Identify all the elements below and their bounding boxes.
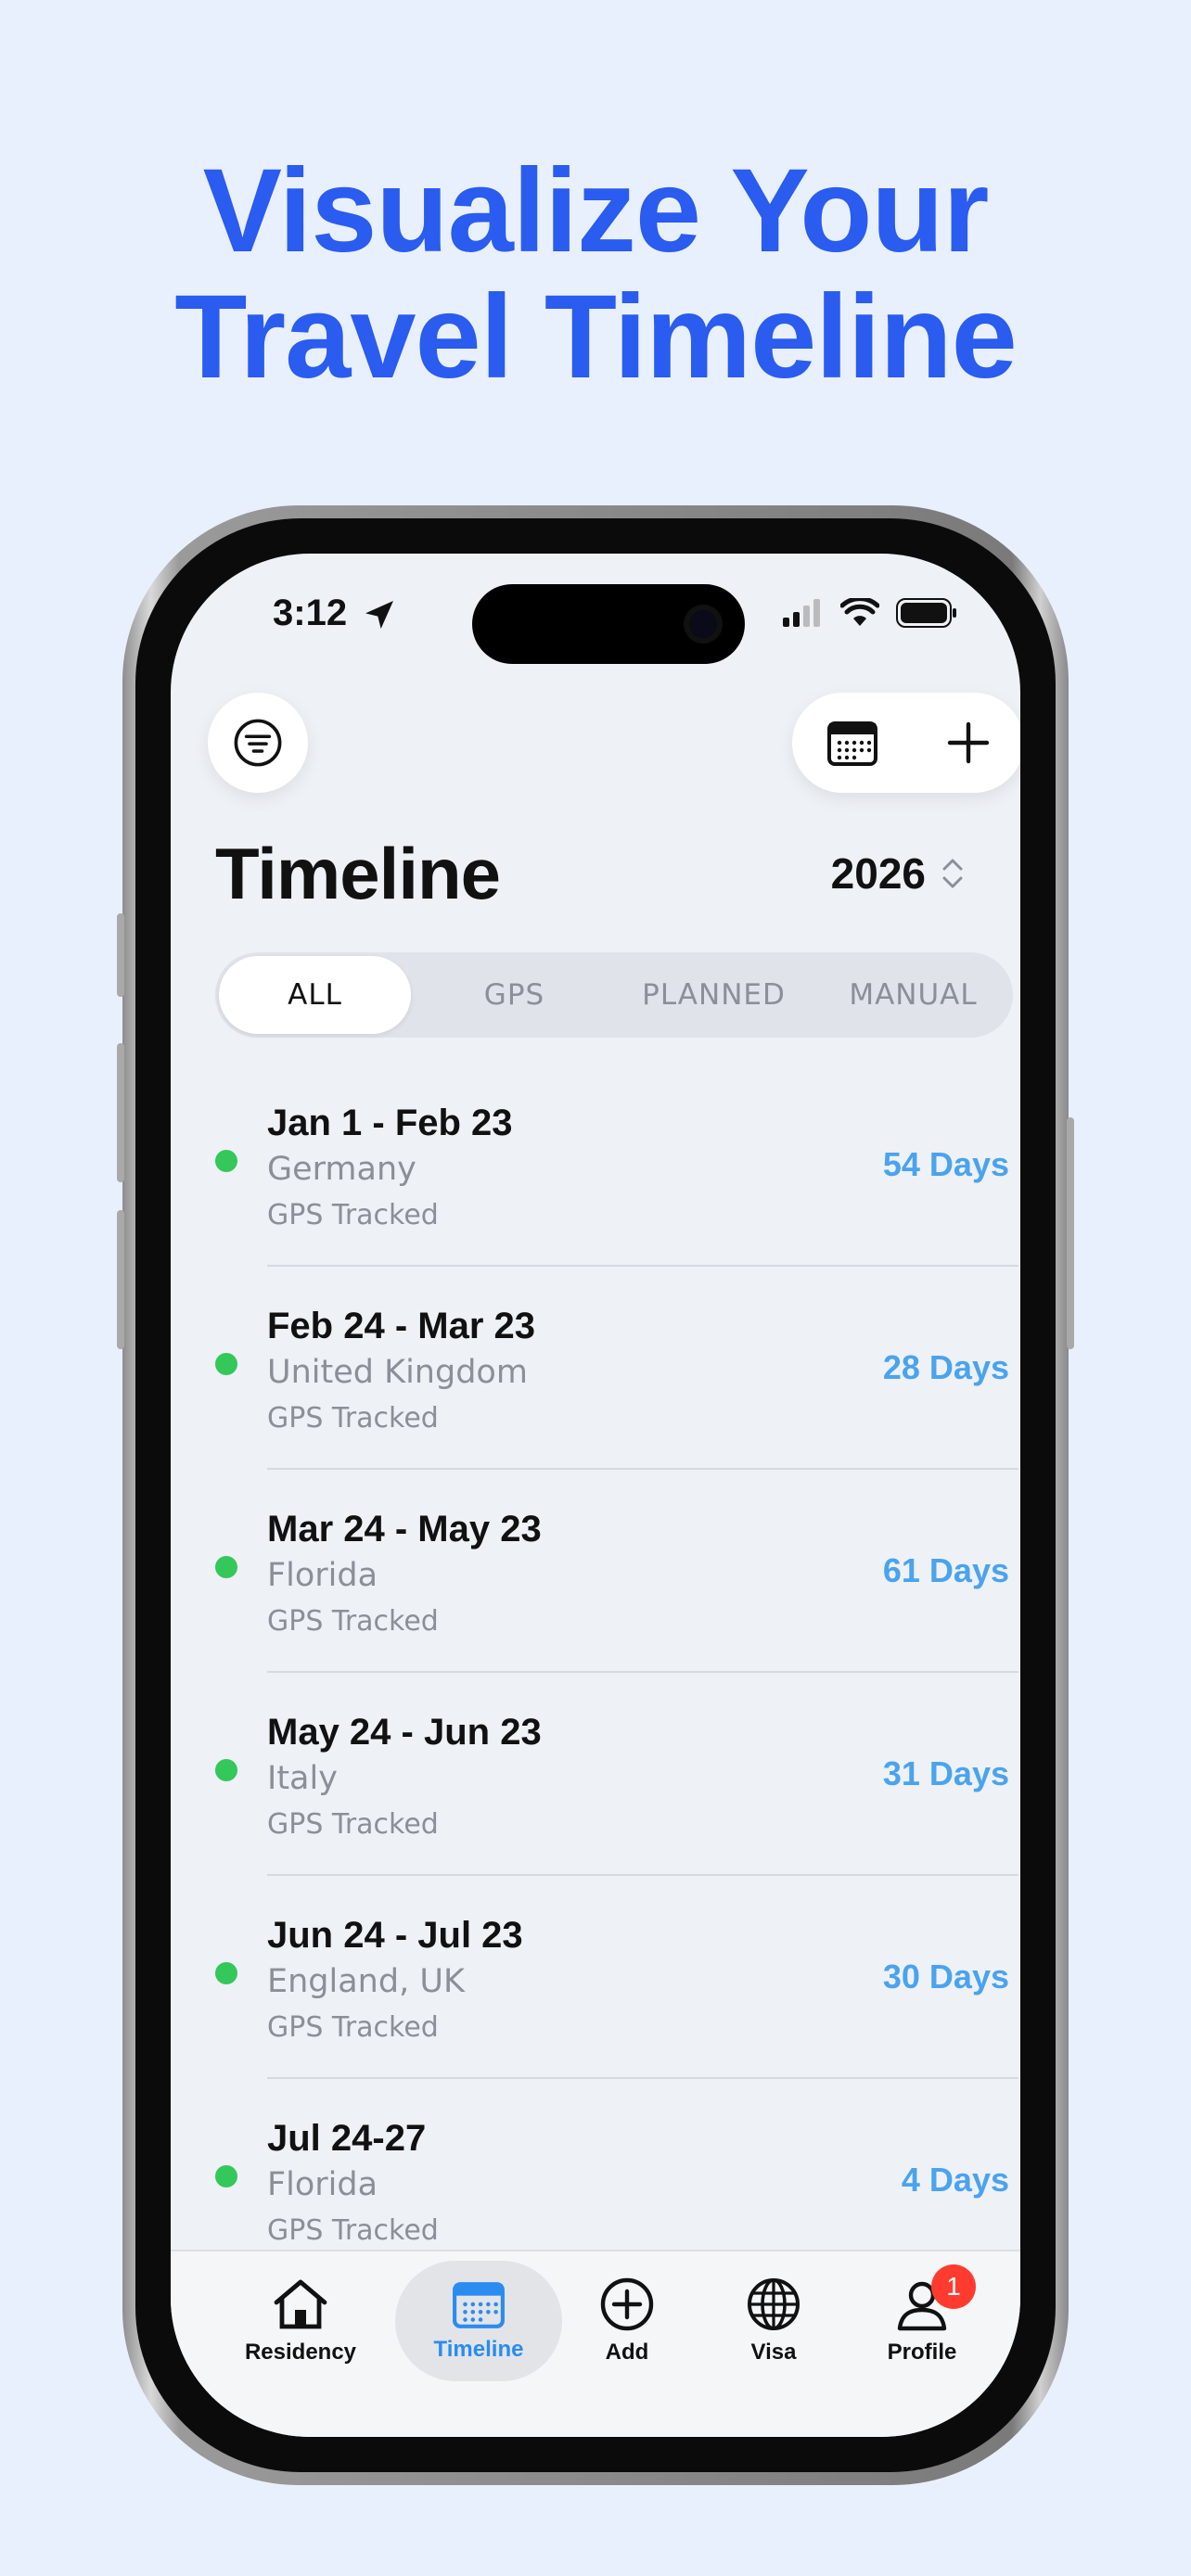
days-count: 31 Days [882, 1754, 1009, 1792]
status-time: 3:12 [273, 593, 348, 633]
source: GPS Tracked [267, 1402, 439, 1435]
year-selector[interactable]: 2026 [831, 848, 965, 899]
globe-icon [748, 2278, 800, 2330]
volume-up-button [117, 1043, 124, 1182]
list-item[interactable]: Jun 24 - Jul 23 England, UK GPS Tracked … [171, 1876, 1020, 2079]
screen: 3:12 Timeline 2026 ALL GPS PLANNED MANUA… [171, 554, 1020, 2437]
header-actions [792, 693, 1020, 793]
power-button [1067, 1117, 1074, 1349]
year-label: 2026 [830, 849, 926, 898]
gps-status-dot [215, 1962, 237, 1984]
tab-visa[interactable]: Visa [699, 2261, 848, 2381]
date-range: Jan 1 - Feb 23 [267, 1103, 513, 1143]
notification-badge: 1 [931, 2264, 976, 2309]
date-range: Feb 24 - Mar 23 [267, 1306, 536, 1346]
cellular-signal-icon [783, 599, 820, 627]
date-range: Jul 24-27 [267, 2118, 427, 2159]
gps-status-dot [215, 1150, 237, 1172]
date-range: Mar 24 - May 23 [267, 1509, 542, 1549]
tab-residency[interactable]: Residency [226, 2261, 375, 2381]
source: GPS Tracked [267, 1199, 439, 1231]
calendar-button[interactable] [826, 719, 878, 767]
list-item[interactable]: Feb 24 - Mar 23 United Kingdom GPS Track… [171, 1267, 1020, 1470]
source: GPS Tracked [267, 2011, 439, 2044]
tab-profile[interactable]: Profile 1 [848, 2261, 996, 2381]
days-count: 28 Days [882, 1348, 1009, 1386]
gps-status-dot [215, 2165, 237, 2187]
house-icon [274, 2279, 327, 2329]
headline: Visualize Your Travel Timeline [0, 148, 1191, 401]
tab-bar: Residency Timeline Add Visa Profile 1 [171, 2250, 1020, 2437]
filter-icon [234, 719, 282, 767]
location-arrow-icon [365, 601, 393, 629]
list-item[interactable]: Jan 1 - Feb 23 Germany GPS Tracked 54 Da… [171, 1064, 1020, 1267]
plus-circle-icon [600, 2277, 654, 2331]
tab-label: Visa [750, 2340, 797, 2365]
date-range: Jun 24 - Jul 23 [267, 1915, 523, 1956]
place: England, UK [267, 1963, 465, 2000]
add-button[interactable] [946, 721, 991, 765]
tab-add[interactable]: Add [553, 2261, 701, 2381]
days-count: 30 Days [882, 1958, 1009, 1996]
list-item[interactable]: Mar 24 - May 23 Florida GPS Tracked 61 D… [171, 1470, 1020, 1673]
tab-all[interactable]: ALL [219, 956, 411, 1034]
timeline-list: Jan 1 - Feb 23 Germany GPS Tracked 54 Da… [171, 1064, 1020, 2282]
tab-gps[interactable]: GPS [418, 956, 610, 1034]
place: United Kingdom [267, 1354, 528, 1391]
calendar-icon [453, 2282, 505, 2328]
tab-label: Profile [887, 2340, 957, 2365]
tab-manual[interactable]: MANUAL [817, 956, 1009, 1034]
headline-line-2: Travel Timeline [174, 271, 1018, 403]
days-count: 54 Days [882, 1145, 1009, 1183]
gps-status-dot [215, 1353, 237, 1375]
battery-icon [896, 598, 956, 628]
bezel: 3:12 Timeline 2026 ALL GPS PLANNED MANUA… [135, 518, 1056, 2472]
place: Germany [267, 1151, 416, 1188]
tab-timeline[interactable]: Timeline [395, 2261, 562, 2381]
place: Italy [267, 1760, 338, 1797]
status-icons [783, 598, 957, 628]
tab-label: Timeline [433, 2337, 524, 2362]
source: GPS Tracked [267, 1808, 439, 1841]
wifi-icon [840, 598, 879, 626]
gps-status-dot [215, 1556, 237, 1578]
gps-status-dot [215, 1759, 237, 1781]
headline-line-1: Visualize Your [202, 145, 990, 277]
tab-planned[interactable]: PLANNED [618, 956, 810, 1034]
volume-down-button [117, 1210, 124, 1349]
date-range: May 24 - Jun 23 [267, 1712, 542, 1753]
side-button [117, 913, 124, 997]
camera-icon [684, 605, 723, 644]
source: GPS Tracked [267, 1605, 439, 1638]
tab-label: Residency [244, 2340, 357, 2365]
list-item[interactable]: May 24 - Jun 23 Italy GPS Tracked 31 Day… [171, 1673, 1020, 1876]
page-title: Timeline [215, 833, 501, 914]
days-count: 61 Days [882, 1551, 1009, 1589]
filter-button[interactable] [208, 693, 308, 793]
chevron-up-down-icon [942, 859, 963, 888]
place: Florida [267, 1557, 378, 1594]
source: GPS Tracked [267, 2214, 439, 2247]
phone-frame: 3:12 Timeline 2026 ALL GPS PLANNED MANUA… [117, 505, 1074, 2485]
filter-segmented-control: ALL GPS PLANNED MANUAL [215, 952, 1013, 1038]
tab-label: Add [605, 2340, 649, 2365]
dynamic-island [472, 584, 745, 664]
place: Florida [267, 2166, 378, 2203]
days-count: 4 Days [901, 2161, 1009, 2199]
